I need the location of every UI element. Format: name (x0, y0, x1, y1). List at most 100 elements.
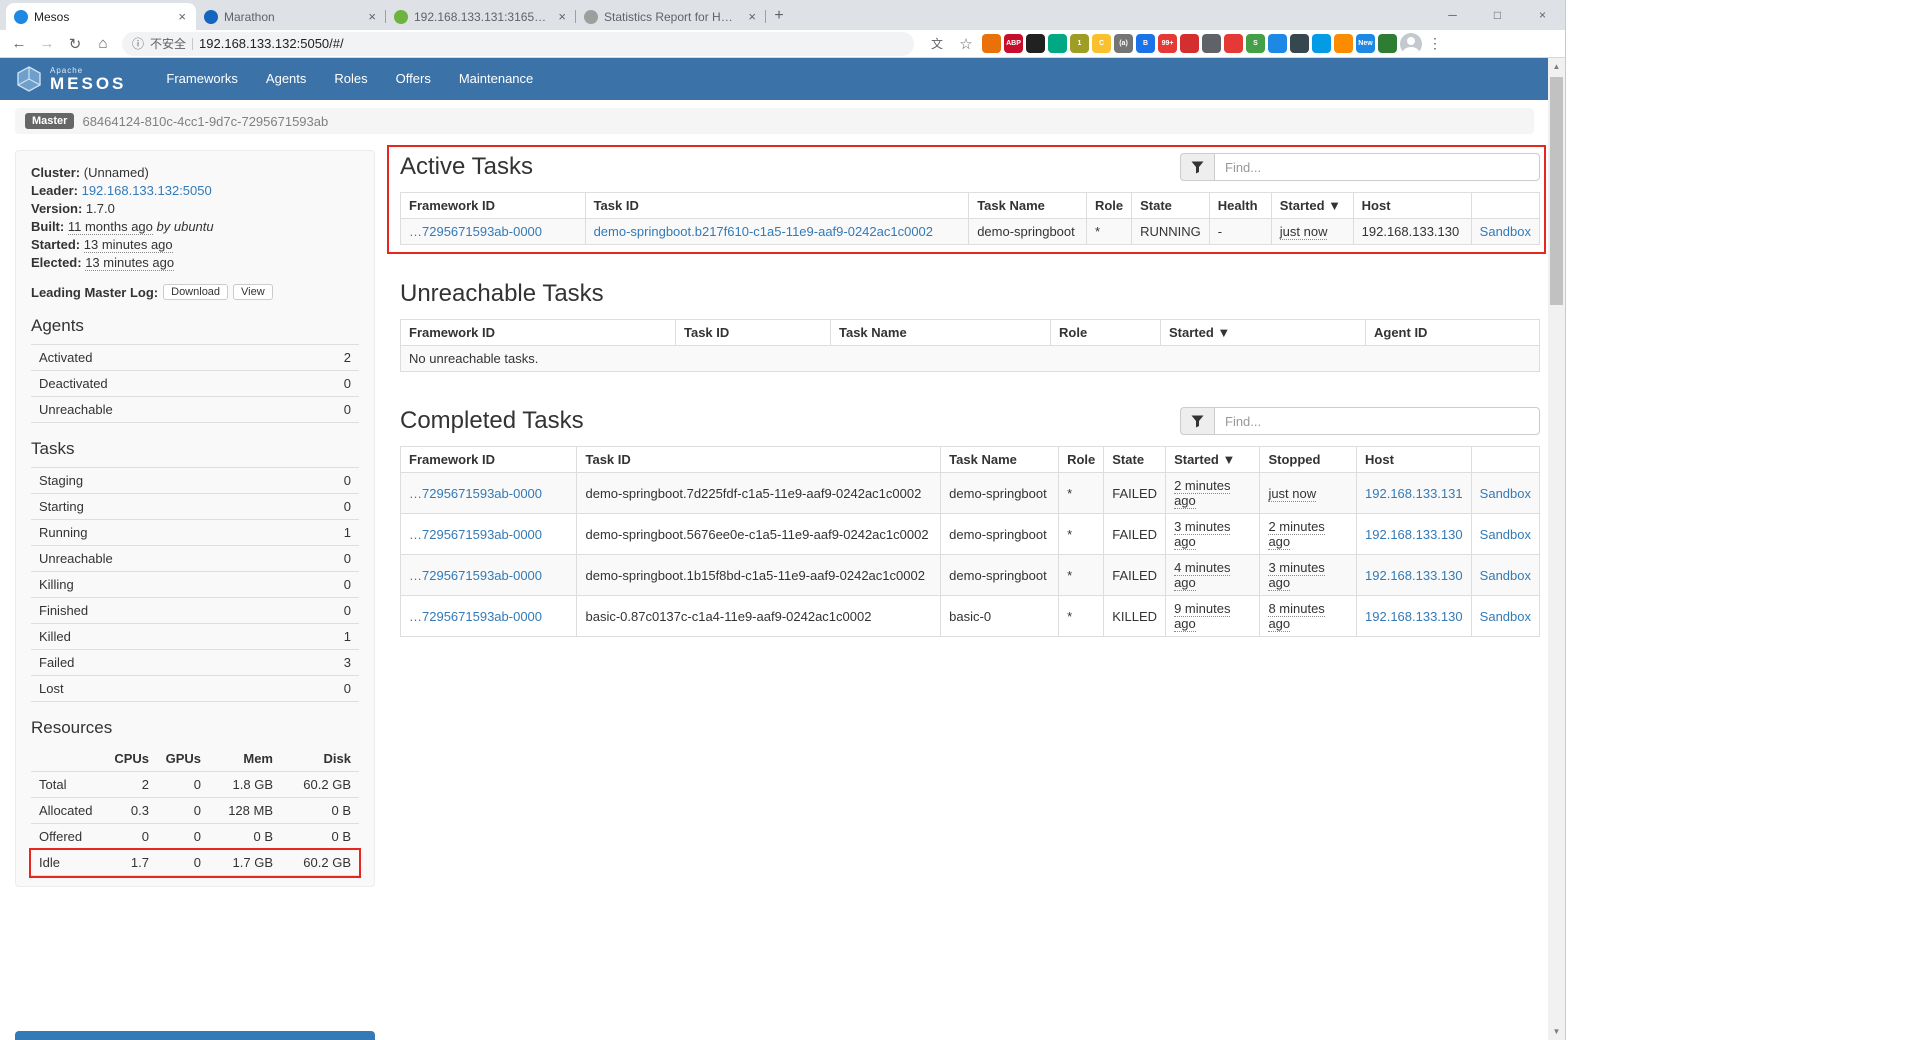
extension-icon[interactable] (1378, 34, 1397, 53)
sandbox-link[interactable]: Sandbox (1480, 224, 1531, 239)
col-health[interactable]: Health (1209, 193, 1271, 219)
browser-tab-haproxy[interactable]: Statistics Report for HAProxy × (576, 3, 766, 30)
sandbox-link[interactable]: Sandbox (1480, 486, 1531, 501)
col-sandbox[interactable] (1471, 447, 1539, 473)
col-task-name[interactable]: Task Name (831, 320, 1051, 346)
profile-avatar[interactable] (1400, 33, 1422, 55)
page-scrollbar[interactable]: ▲ ▼ (1548, 58, 1565, 1040)
find-input[interactable] (1214, 407, 1540, 435)
minimize-button[interactable]: ─ (1430, 0, 1475, 30)
host-link[interactable]: 192.168.133.130 (1365, 568, 1463, 583)
nav-item-roles[interactable]: Roles (320, 58, 381, 100)
extension-icon[interactable] (1224, 34, 1243, 53)
extension-icon[interactable] (1312, 34, 1331, 53)
col-task-name[interactable]: Task Name (969, 193, 1087, 219)
host-link[interactable]: 192.168.133.130 (1365, 609, 1463, 624)
close-button[interactable]: × (1520, 0, 1565, 30)
framework-id-link[interactable]: …7295671593ab-0000 (409, 527, 542, 542)
browser-menu-icon[interactable]: ⋮ (1425, 35, 1445, 52)
col-stopped[interactable]: Stopped (1260, 447, 1357, 473)
scroll-down-icon[interactable]: ▼ (1548, 1023, 1565, 1040)
bookmark-star-icon[interactable]: ☆ (953, 31, 979, 57)
col-host[interactable]: Host (1357, 447, 1472, 473)
extension-icon[interactable] (1202, 34, 1221, 53)
col-agent-id[interactable]: Agent ID (1366, 320, 1540, 346)
leader-link[interactable]: 192.168.133.132:5050 (82, 183, 212, 198)
translate-icon[interactable]: 文 (924, 31, 950, 57)
col-task-id[interactable]: Task ID (577, 447, 941, 473)
col-host[interactable]: Host (1353, 193, 1471, 219)
extension-icon[interactable] (1290, 34, 1309, 53)
col-started-sorted[interactable]: Started ▼ (1166, 447, 1260, 473)
col-started-sorted[interactable]: Started ▼ (1271, 193, 1353, 219)
sandbox-link[interactable]: Sandbox (1480, 609, 1531, 624)
col-task-id[interactable]: Task ID (585, 193, 969, 219)
col-task-name[interactable]: Task Name (941, 447, 1059, 473)
extension-icon[interactable]: New (1356, 34, 1375, 53)
sandbox-link[interactable]: Sandbox (1480, 568, 1531, 583)
task-id-link[interactable]: demo-springboot.b217f610-c1a5-11e9-aaf9-… (594, 224, 933, 239)
col-task-id[interactable]: Task ID (676, 320, 831, 346)
forward-icon[interactable]: → (34, 31, 60, 57)
col-state[interactable]: State (1132, 193, 1210, 219)
find-input[interactable] (1214, 153, 1540, 181)
extension-icon[interactable]: (a) (1114, 34, 1133, 53)
extension-icon[interactable] (1268, 34, 1287, 53)
col-framework-id[interactable]: Framework ID (401, 447, 577, 473)
extension-icon[interactable]: C (1092, 34, 1111, 53)
tab-close-icon[interactable]: × (176, 9, 188, 24)
browser-tab-marathon[interactable]: Marathon × (196, 3, 386, 30)
mesos-brand[interactable]: Apache MESOS (16, 66, 126, 92)
extension-icon[interactable]: B (1136, 34, 1155, 53)
stat-label: Lost (31, 676, 292, 702)
col-role[interactable]: Role (1086, 193, 1131, 219)
col-framework-id[interactable]: Framework ID (401, 193, 586, 219)
extension-icon[interactable] (1026, 34, 1045, 53)
framework-id-link[interactable]: …7295671593ab-0000 (409, 486, 542, 501)
extension-icon[interactable]: S (1246, 34, 1265, 53)
nav-item-agents[interactable]: Agents (252, 58, 320, 100)
nav-item-offers[interactable]: Offers (382, 58, 445, 100)
col-started-sorted[interactable]: Started ▼ (1161, 320, 1366, 346)
col-role[interactable]: Role (1059, 447, 1104, 473)
col-sandbox[interactable] (1471, 193, 1539, 219)
sandbox-link[interactable]: Sandbox (1480, 527, 1531, 542)
tab-close-icon[interactable]: × (366, 9, 378, 24)
scroll-up-icon[interactable]: ▲ (1548, 58, 1565, 75)
extension-icon[interactable]: 1 (1070, 34, 1089, 53)
home-icon[interactable]: ⌂ (90, 31, 116, 57)
host-link[interactable]: 192.168.133.130 (1365, 527, 1463, 542)
resource-mem: 1.8 GB (209, 772, 281, 798)
extension-icon[interactable] (1334, 34, 1353, 53)
host-link[interactable]: 192.168.133.131 (1365, 486, 1463, 501)
browser-tab-mesos[interactable]: Mesos × (6, 3, 196, 30)
framework-id-link[interactable]: …7295671593ab-0000 (409, 224, 542, 239)
browser-tab-hello[interactable]: 192.168.133.131:31657/hello × (386, 3, 576, 30)
col-role[interactable]: Role (1051, 320, 1161, 346)
extension-icon[interactable]: ABP (1004, 34, 1023, 53)
info-icon[interactable]: ⓘ (132, 35, 144, 52)
back-icon[interactable]: ← (6, 31, 32, 57)
elected-info: Elected: 13 minutes ago (31, 255, 359, 270)
new-tab-button[interactable]: + (766, 3, 792, 29)
framework-id-link[interactable]: …7295671593ab-0000 (409, 609, 542, 624)
maximize-button[interactable]: □ (1475, 0, 1520, 30)
download-log-button[interactable]: Download (163, 284, 228, 300)
tab-close-icon[interactable]: × (746, 9, 758, 24)
col-framework-id[interactable]: Framework ID (401, 320, 676, 346)
extension-icon[interactable] (982, 34, 1001, 53)
extension-icon[interactable] (1180, 34, 1199, 53)
extension-icon[interactable]: 99+ (1158, 34, 1177, 53)
resource-gpus: 0 (157, 850, 209, 876)
extension-icon[interactable] (1048, 34, 1067, 53)
scrollbar-thumb[interactable] (1550, 77, 1563, 305)
nav-item-frameworks[interactable]: Frameworks (152, 58, 252, 100)
nav-item-maintenance[interactable]: Maintenance (445, 58, 547, 100)
tab-close-icon[interactable]: × (556, 9, 568, 24)
framework-id-link[interactable]: …7295671593ab-0000 (409, 568, 542, 583)
refresh-icon[interactable]: ↻ (62, 31, 88, 57)
col-state[interactable]: State (1104, 447, 1166, 473)
view-log-button[interactable]: View (233, 284, 273, 300)
address-bar[interactable]: ⓘ 不安全 192.168.133.132:5050/#/ (122, 32, 914, 56)
url-text[interactable]: 192.168.133.132:5050/#/ (199, 36, 344, 51)
